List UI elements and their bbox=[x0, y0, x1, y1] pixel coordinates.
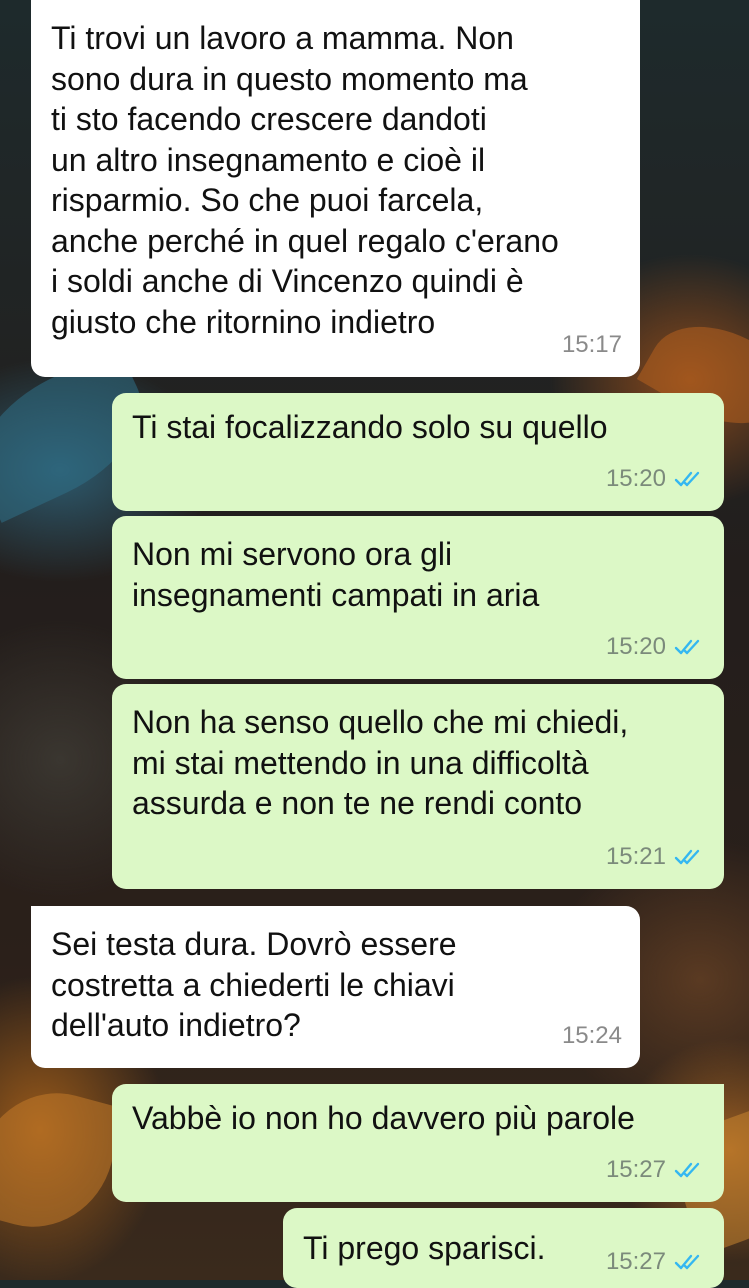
incoming-message-bubble[interactable]: Sei testa dura. Dovrò essere costretta a… bbox=[31, 906, 640, 1068]
outgoing-message-bubble[interactable]: Ti stai focalizzando solo su quello 15:2… bbox=[112, 393, 724, 511]
message-timestamp: 15:27 bbox=[605, 1155, 666, 1183]
message-meta: 15:20 bbox=[606, 459, 706, 500]
message-timestamp: 15:21 bbox=[605, 842, 666, 870]
message-meta: 15:27 bbox=[606, 1242, 706, 1283]
incoming-message-bubble[interactable]: Ti trovi un lavoro a mamma. Non sono dur… bbox=[31, 0, 640, 377]
outgoing-message-bubble[interactable]: Non ha senso quello che mi chiedi, mi st… bbox=[112, 684, 724, 889]
message-timestamp: 15:20 bbox=[605, 464, 666, 492]
double-check-icon bbox=[674, 1255, 700, 1270]
message-text: Ti trovi un lavoro a mamma. Non sono dur… bbox=[51, 20, 559, 340]
double-check-icon bbox=[674, 849, 700, 864]
outgoing-message-bubble[interactable]: Non mi servono ora gli insegnamenti camp… bbox=[112, 516, 724, 679]
message-meta: 15:24 bbox=[562, 1016, 622, 1057]
wallpaper-flower bbox=[0, 1075, 126, 1245]
message-timestamp: 15:27 bbox=[605, 1248, 666, 1275]
message-text: Sei testa dura. Dovrò essere costretta a… bbox=[51, 926, 457, 1043]
message-meta: 15:27 bbox=[606, 1150, 706, 1191]
message-timestamp: 15:24 bbox=[561, 1021, 622, 1049]
message-timestamp: 15:20 bbox=[605, 632, 666, 660]
outgoing-message-bubble[interactable]: Vabbè io non ho davvero più parole 15:27 bbox=[112, 1084, 724, 1202]
message-text: Non ha senso quello che mi chiedi, mi st… bbox=[132, 704, 629, 821]
message-text: Ti stai focalizzando solo su quello bbox=[132, 409, 608, 445]
double-check-icon bbox=[674, 639, 700, 654]
message-timestamp: 15:17 bbox=[561, 330, 622, 358]
message-text: Vabbè io non ho davvero più parole bbox=[132, 1100, 635, 1136]
message-meta: 15:20 bbox=[606, 627, 706, 668]
double-check-icon bbox=[674, 1162, 700, 1177]
double-check-icon bbox=[674, 471, 700, 486]
outgoing-message-bubble[interactable]: Ti prego sparisci. 15:27 bbox=[283, 1208, 724, 1288]
message-text: Non mi servono ora gli insegnamenti camp… bbox=[132, 536, 540, 613]
message-meta: 15:17 bbox=[562, 325, 622, 366]
message-meta: 15:21 bbox=[606, 837, 706, 878]
